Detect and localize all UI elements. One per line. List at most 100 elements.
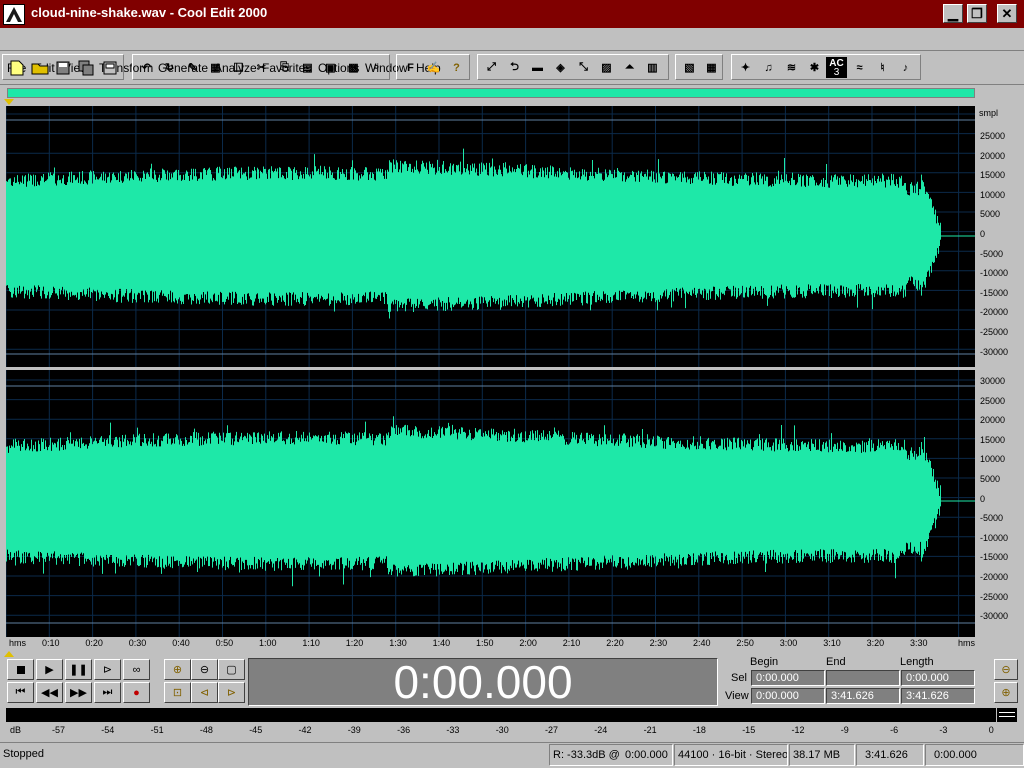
effects-icon-2[interactable]: ♫ — [758, 57, 779, 78]
zoom-left-button[interactable]: ⊲ — [191, 682, 218, 703]
loop-button[interactable]: ∞ — [123, 659, 150, 680]
stop-icon — [16, 665, 25, 674]
time-tick: 1:50 — [476, 638, 494, 648]
paste-to-new-icon[interactable]: ▤ — [297, 57, 318, 78]
restore-button[interactable]: ❐ — [967, 4, 987, 23]
cut-icon[interactable]: ✂ — [251, 57, 272, 78]
fast-forward-button[interactable]: ▶▶ — [65, 682, 92, 703]
reverse-icon[interactable]: ⮌ — [504, 57, 525, 78]
save-all-icon[interactable] — [75, 57, 96, 78]
playhead-marker[interactable] — [4, 99, 14, 105]
menu-bar: File Edit View Transform Generate Analyz… — [0, 29, 1024, 75]
note-icon[interactable]: ♪ — [895, 57, 916, 78]
db-tick: -9 — [840, 725, 849, 735]
pause-button[interactable]: ❚❚ — [65, 659, 92, 680]
zoom-right-button[interactable]: ⊳ — [218, 682, 245, 703]
overview-bar[interactable] — [7, 88, 975, 98]
mix-paste-icon[interactable]: ▣ — [320, 57, 341, 78]
effects-icon-3[interactable]: ≋ — [781, 57, 802, 78]
undo-icon[interactable]: ↶ — [136, 57, 157, 78]
normalize-icon[interactable]: ⏶ — [619, 57, 640, 78]
restore-icon: ❐ — [971, 6, 983, 21]
favorites-f-button[interactable]: F — [400, 57, 421, 78]
time-unit-right: hms — [958, 638, 976, 648]
zoom-selection-button[interactable]: ⊡ — [164, 682, 191, 703]
amplitude-tick-top: -10000 — [980, 268, 1009, 279]
copy-icon[interactable]: ❏ — [228, 57, 249, 78]
sel-end-field[interactable] — [826, 670, 900, 686]
zoom-out-button[interactable]: ⊖ — [191, 659, 218, 680]
db-tick: -54 — [101, 725, 115, 735]
open-folder-icon[interactable] — [29, 57, 50, 78]
amplitude-tick-top: -25000 — [980, 327, 1009, 337]
go-to-end-button[interactable]: ⏭ — [94, 682, 121, 703]
db-tick: -18 — [692, 725, 706, 735]
sel-length-field[interactable]: 0:00.000 — [901, 670, 975, 686]
go-to-start-button[interactable]: ⏮ — [7, 682, 34, 703]
ac3-button[interactable]: AC 3 — [826, 57, 847, 78]
zoom-left-icon: ⊲ — [199, 687, 210, 699]
zoom-full-button[interactable]: ▢ — [218, 659, 245, 680]
time-tick: 2:10 — [562, 638, 581, 648]
view-row-label: View — [725, 690, 749, 702]
zoom-out-vertical-button[interactable]: ⊖ — [994, 659, 1018, 680]
amplitude-tick-bottom: 25000 — [980, 395, 1006, 406]
crop-icon[interactable]: ▩ — [343, 57, 364, 78]
amplitude-tick-top: -20000 — [980, 307, 1009, 318]
save-icon[interactable] — [52, 57, 73, 78]
db-tick: -3 — [939, 725, 948, 735]
save-selection-icon[interactable] — [99, 57, 120, 78]
app-icon[interactable] — [3, 4, 25, 25]
zoom-in-button[interactable]: ⊕ — [164, 659, 191, 680]
amplitude-tick-top: 20000 — [980, 150, 1006, 161]
invert-icon[interactable]: ◈ — [550, 57, 571, 78]
toolbar-group-transform: ⤢ ⮌ ▬ ◈ ⤡ ▨ ⏶ ▥ — [477, 54, 669, 80]
view-begin-field[interactable]: 0:00.000 — [751, 688, 825, 704]
zoom-in-vertical-button[interactable]: ⊕ — [994, 682, 1018, 703]
envelope-icon[interactable]: ▨ — [596, 57, 617, 78]
time-tick: 3:30 — [910, 638, 928, 648]
db-tick: -36 — [397, 725, 411, 735]
effects-icon-4[interactable]: ✱ — [804, 57, 825, 78]
time-tick: 0:30 — [128, 638, 147, 648]
play-to-end-button[interactable]: ⊳ — [94, 659, 121, 680]
waveform-svg — [5, 106, 975, 639]
paste-icon[interactable]: ⎘ — [274, 57, 295, 78]
db-tick: -12 — [791, 725, 805, 735]
record-icon: ● — [133, 686, 140, 699]
repeat-icon[interactable]: ✎ — [182, 57, 203, 78]
toolbar-divider — [0, 84, 1024, 85]
stop-button[interactable] — [7, 659, 34, 680]
view-length-field[interactable]: 3:41.626 — [901, 688, 975, 704]
close-button[interactable]: ✕ — [997, 4, 1017, 23]
minimize-button[interactable]: ▁ — [943, 4, 963, 23]
rewind-button[interactable]: ◀◀ — [36, 682, 63, 703]
help-button[interactable]: ? — [446, 57, 467, 78]
amplify-icon[interactable]: ⤡ — [573, 57, 594, 78]
waveform-display[interactable] — [5, 106, 975, 639]
tuning-fork-icon[interactable]: ♮ — [872, 57, 893, 78]
effects-icon-1[interactable]: ✦ — [735, 57, 756, 78]
spectral-icon[interactable]: ▦ — [701, 57, 722, 78]
record-button[interactable]: ● — [123, 682, 150, 703]
sel-begin-field[interactable]: 0:00.000 — [751, 670, 825, 686]
status-duration: 3:41.626 — [856, 744, 924, 766]
status-position: 0:00.000 — [925, 744, 1024, 766]
time-tick: 2:20 — [606, 638, 624, 648]
snap-icon[interactable]: ⤢ — [481, 57, 502, 78]
zoom-in-vertical-icon: ⊕ — [1001, 687, 1011, 699]
waveform-view-icon[interactable]: ▧ — [679, 57, 700, 78]
play-button[interactable]: ▶ — [36, 659, 63, 680]
enable-undo-icon[interactable]: ↻ — [159, 57, 180, 78]
reverb-icon[interactable]: ≈ — [849, 57, 870, 78]
spectral-view-icon[interactable]: ▥ — [642, 57, 663, 78]
silence-icon[interactable]: ▬ — [527, 57, 548, 78]
bottom-playhead-marker[interactable] — [4, 651, 14, 657]
rewind-icon: ◀◀ — [41, 687, 58, 699]
new-file-icon[interactable] — [6, 57, 27, 78]
copy-to-new-icon[interactable]: ▦ — [205, 57, 226, 78]
time-tick: 0:50 — [215, 638, 234, 648]
view-end-field[interactable]: 3:41.626 — [826, 688, 900, 704]
find-icon[interactable]: ⌕ — [366, 57, 387, 78]
script-icon[interactable]: ✍ — [423, 57, 444, 78]
